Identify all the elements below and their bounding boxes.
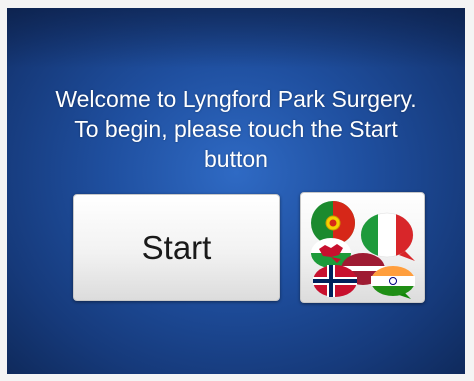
india-flag-icon [371,266,415,299]
welcome-message: Welcome to Lyngford Park Surgery. To beg… [15,84,457,174]
start-button-label: Start [141,228,212,266]
welcome-line-1: Welcome to Lyngford Park Surgery. [55,86,417,112]
welcome-line-2: To begin, please touch the Start [74,116,398,142]
language-select-button[interactable] [300,192,425,303]
top-shade [7,8,465,68]
kiosk-frame: Welcome to Lyngford Park Surgery. To beg… [0,0,474,381]
language-flags-icon [311,201,415,299]
norway-flag-icon [313,265,357,297]
welcome-line-3: button [204,146,268,172]
start-button[interactable]: Start [73,194,280,301]
kiosk-screen: Welcome to Lyngford Park Surgery. To beg… [7,8,465,374]
